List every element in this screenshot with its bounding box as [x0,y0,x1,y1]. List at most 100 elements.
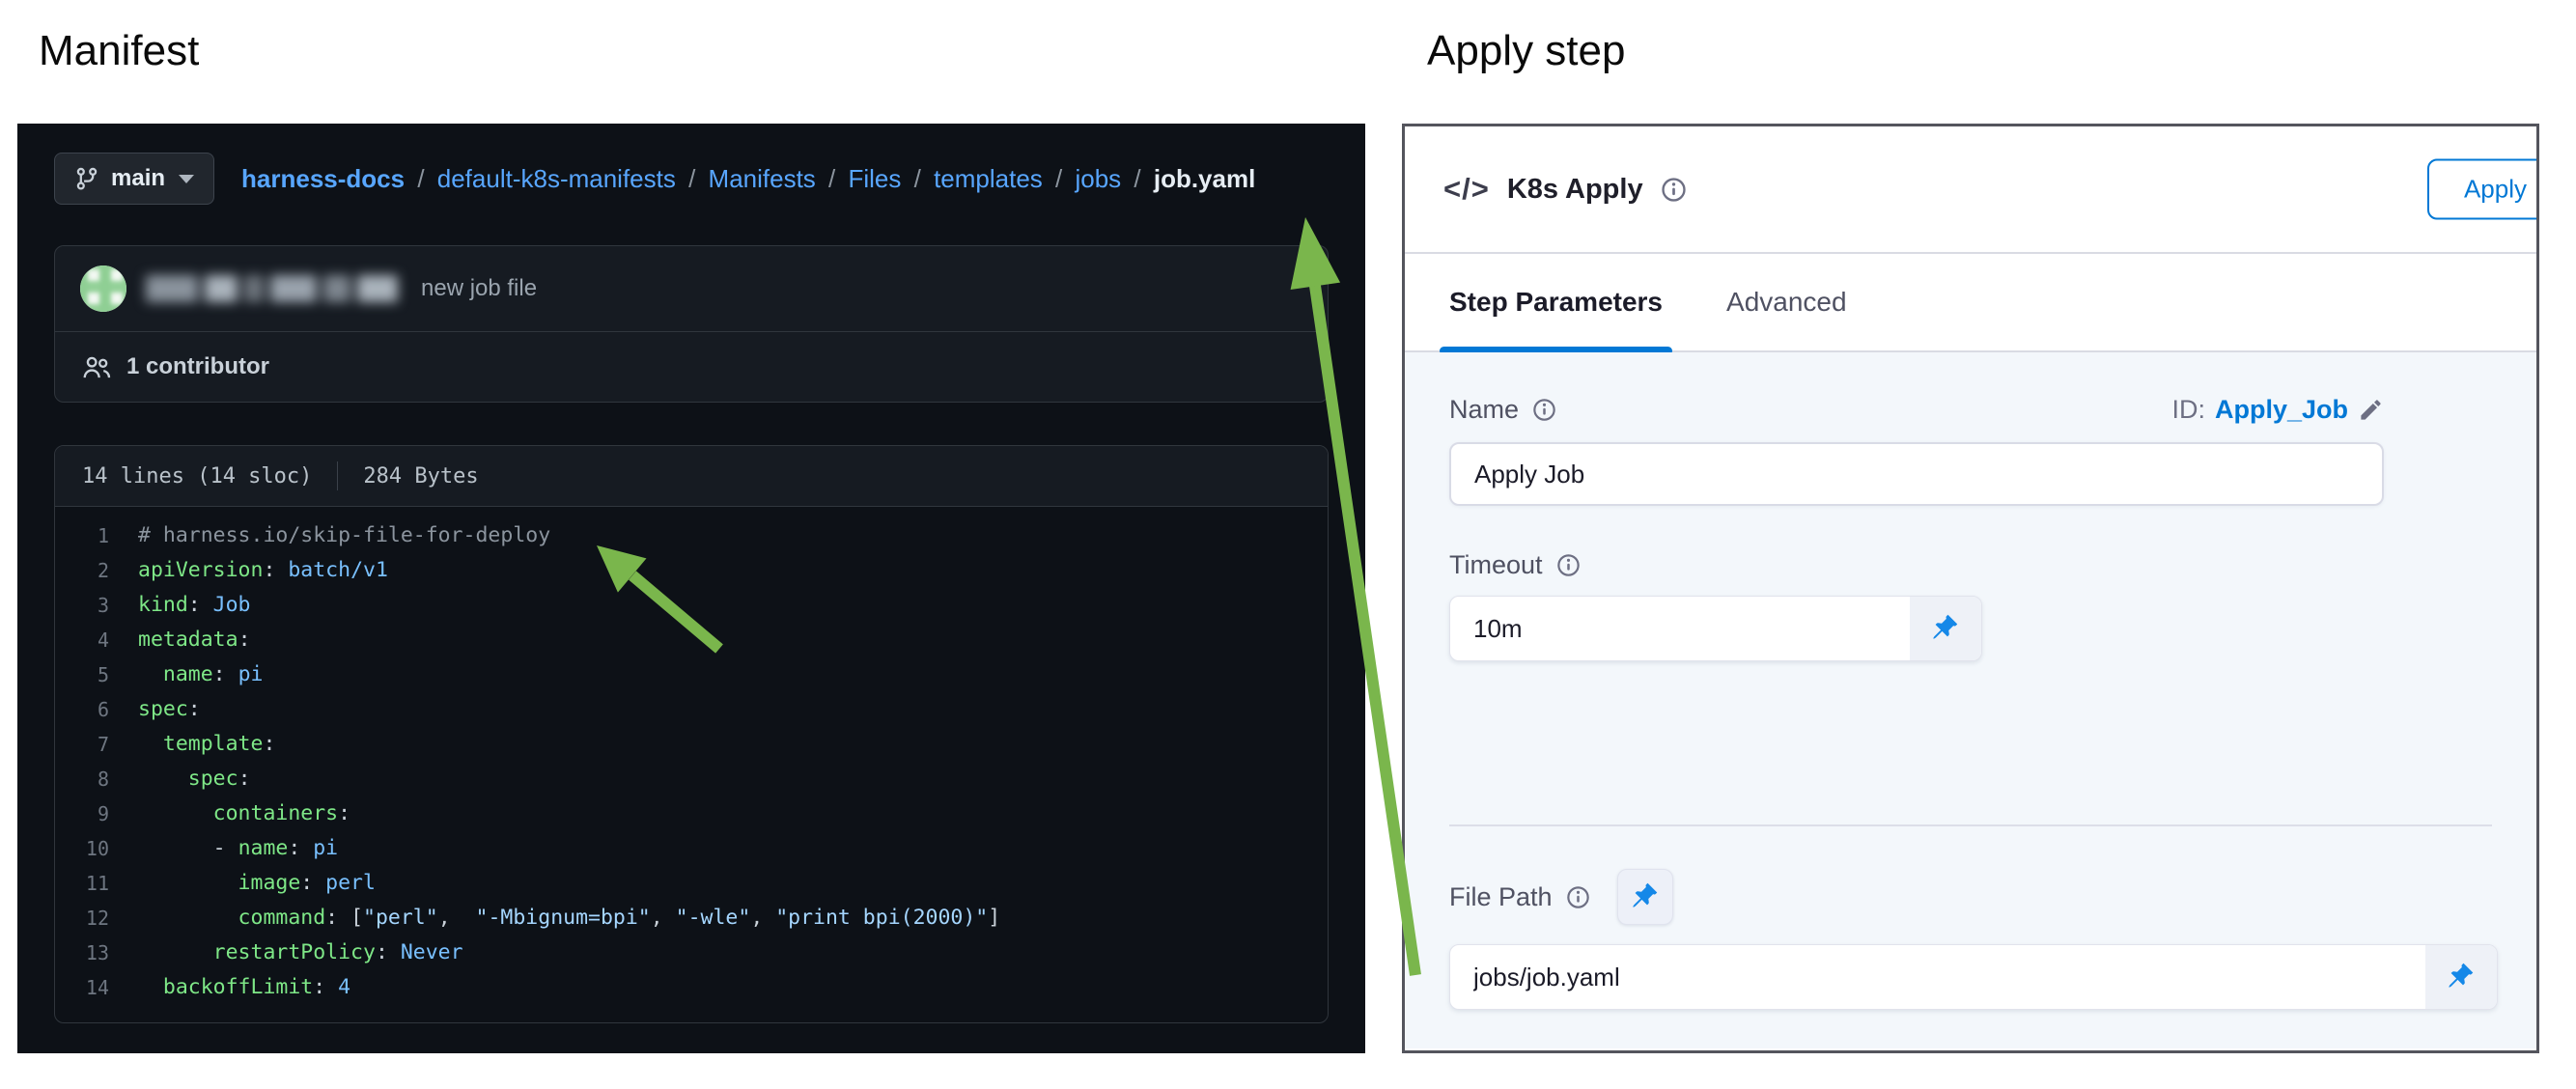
contributors-row[interactable]: 1 contributor [55,332,1328,402]
line-number[interactable]: 10 [55,831,138,866]
thumbtack-icon [1931,614,1960,643]
code-line: 2apiVersion: batch/v1 [55,553,1328,588]
line-number[interactable]: 12 [55,901,138,935]
apply-step-section-title: Apply step [1427,27,1625,75]
name-input[interactable] [1449,442,2384,506]
code-line: 5 name: pi [55,657,1328,692]
code-text: backoffLimit: 4 [138,970,350,1005]
line-number[interactable]: 7 [55,727,138,762]
code-line: 3kind: Job [55,588,1328,623]
line-number[interactable]: 2 [55,553,138,588]
file-path-input-fixed-toggle[interactable] [2425,945,2497,1009]
tab-advanced[interactable]: Advanced [1726,254,1847,350]
commit-message[interactable]: new job file [421,275,537,302]
code-line: 13 restartPolicy: Never [55,935,1328,970]
file-content-box: 14 lines (14 sloc) 284 Bytes 1# harness.… [54,445,1329,1023]
line-number[interactable]: 1 [55,518,138,553]
identicon-pattern [80,265,126,312]
breadcrumb-link[interactable]: harness-docs [241,164,405,193]
timeout-field: Timeout [1449,550,2492,661]
manifest-section-title: Manifest [39,27,199,75]
step-title: K8s Apply [1507,174,1643,206]
code-text: - name: pi [138,831,338,866]
id-label: ID: [2171,395,2205,425]
timeout-fixed-value-toggle[interactable] [1910,597,1981,660]
timeout-input[interactable] [1450,597,1910,660]
line-number[interactable]: 4 [55,623,138,657]
code-line: 1# harness.io/skip-file-for-deploy [55,518,1328,553]
line-number[interactable]: 13 [55,935,138,970]
code-line: 8 spec: [55,762,1328,796]
breadcrumb-link[interactable]: templates [934,164,1043,193]
k8s-apply-step-panel: </> K8s Apply Apply Step Parameters Adva… [1402,124,2539,1053]
contributors-label: 1 contributor [126,353,269,380]
code-text: template: [138,727,275,762]
line-number[interactable]: 3 [55,588,138,623]
line-number[interactable]: 9 [55,796,138,831]
code-text: command: ["perl", "-Mbignum=bpi", "-wle"… [138,901,1000,935]
line-number[interactable]: 6 [55,692,138,727]
step-id-group: ID: Apply_Job [2171,395,2384,425]
branch-selector-button[interactable]: main [54,153,214,205]
code-text: image: perl [138,866,376,901]
breadcrumb-separator: / [1127,164,1148,193]
tab-step-parameters[interactable]: Step Parameters [1449,254,1663,350]
code-text: apiVersion: batch/v1 [138,553,388,588]
breadcrumb-separator: / [1049,164,1070,193]
breadcrumb-separator: / [822,164,843,193]
line-number[interactable]: 8 [55,762,138,796]
code-text: containers: [138,796,350,831]
latest-commit-row: new job file [55,246,1328,331]
page: Manifest Apply step main harness-docs / … [0,0,2576,1089]
line-number[interactable]: 5 [55,657,138,692]
name-field-header: Name ID: Apply_Job [1449,395,2384,425]
breadcrumb-separator: / [907,164,928,193]
branch-name: main [111,165,165,192]
meta-divider [337,461,338,490]
commit-info-box: new job file 1 contributor [54,245,1329,403]
code-icon: </> [1443,172,1490,207]
breadcrumb-link[interactable]: Files [848,164,901,193]
form-divider [1449,824,2492,826]
name-label: Name [1449,395,1519,425]
line-number[interactable]: 11 [55,866,138,901]
file-path-label-row: File Path [1449,869,2492,925]
name-info-icon[interactable] [1532,398,1556,422]
people-icon [82,354,111,379]
file-path-fixed-value-button[interactable] [1617,869,1673,925]
apply-changes-button[interactable]: Apply [2427,159,2539,220]
breadcrumb-link[interactable]: jobs [1075,164,1121,193]
step-header: </> K8s Apply Apply [1405,126,2536,254]
code-line: 7 template: [55,727,1328,762]
id-value[interactable]: Apply_Job [2215,395,2348,425]
breadcrumb: harness-docs / default-k8s-manifests / M… [241,164,1255,194]
code-text: restartPolicy: Never [138,935,463,970]
code-text: kind: Job [138,588,251,623]
file-meta-bar: 14 lines (14 sloc) 284 Bytes [55,446,1328,507]
code-line: 11 image: perl [55,866,1328,901]
breadcrumb-link[interactable]: default-k8s-manifests [437,164,676,193]
breadcrumb-link[interactable]: Manifests [709,164,816,193]
line-number[interactable]: 14 [55,970,138,1005]
file-path-label-group: File Path [1449,882,1590,912]
code-text: spec: [138,692,201,727]
code-line: 9 containers: [55,796,1328,831]
code-line: 6spec: [55,692,1328,727]
file-path-info-icon[interactable] [1566,885,1590,909]
timeout-label: Timeout [1449,550,1543,580]
breadcrumb-separator: / [410,164,432,193]
name-label-row: Name [1449,395,1556,425]
file-path-input[interactable] [1450,945,2425,1009]
step-tabs: Step Parameters Advanced [1405,254,2536,352]
pencil-icon[interactable] [2358,397,2384,423]
code-text: # harness.io/skip-file-for-deploy [138,518,550,553]
avatar[interactable] [80,265,126,312]
code-line: 10 - name: pi [55,831,1328,866]
timeout-info-icon[interactable] [1556,553,1581,577]
file-lines-info: 14 lines (14 sloc) [82,464,312,489]
step-info-icon[interactable] [1661,177,1687,203]
timeout-label-row: Timeout [1449,550,2492,580]
chevron-down-icon [179,175,194,183]
code-text: spec: [138,762,251,796]
step-parameters-form: Name ID: Apply_Job Timeout [1405,352,2536,1048]
